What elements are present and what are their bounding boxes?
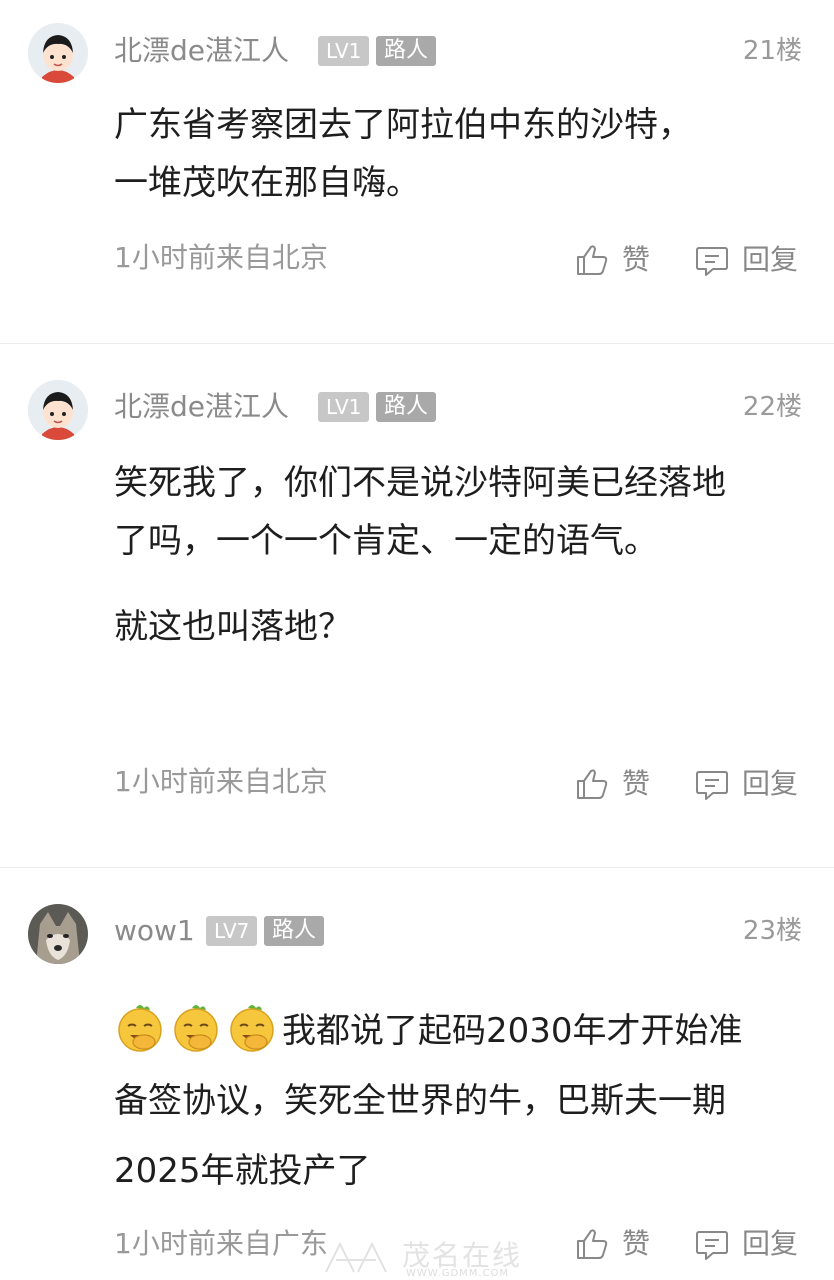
- like-label: 赞: [622, 243, 651, 276]
- reply-label: 回复: [742, 243, 799, 276]
- level-badge: LV1: [318, 36, 370, 66]
- comment-content: 笑死我了，你们不是说沙特阿美已经落地了吗，一个一个肯定、一定的语气。 就这也叫落…: [114, 454, 754, 656]
- comment-meta: 1小时前来自广东: [114, 1227, 328, 1260]
- level-badge: LV7: [206, 916, 258, 946]
- role-badge: 路人: [264, 916, 325, 946]
- cartoon-girl-avatar-icon: [28, 23, 88, 83]
- username[interactable]: wow1: [114, 914, 195, 948]
- comment-icon: [696, 1231, 728, 1260]
- role-badge: 路人: [376, 392, 437, 422]
- floor-number: 22楼: [742, 392, 802, 422]
- floor-number: 21楼: [742, 36, 802, 66]
- username[interactable]: 北漂de湛江人: [114, 34, 289, 68]
- site-watermark: 茂名在线 WWW.GDMM.COM: [322, 1238, 522, 1279]
- comment-paragraph: 就这也叫落地？: [114, 607, 352, 647]
- reply-button[interactable]: 回复: [694, 240, 798, 280]
- thumbs-up-icon: [577, 1229, 608, 1259]
- comment-paragraph: 我都说了起码2030年才开始准备签协议，笑死全世界的牛，巴斯夫一期2025年就投…: [114, 996, 774, 1206]
- username[interactable]: 北漂de湛江人: [114, 390, 289, 424]
- thumbs-up-icon: [577, 245, 608, 275]
- reply-button[interactable]: 回复: [694, 764, 798, 804]
- avatar[interactable]: [28, 380, 88, 440]
- reply-button[interactable]: 回复: [694, 1224, 798, 1264]
- role-badge: 路人: [376, 36, 437, 66]
- watermark-logo-icon: [325, 1241, 387, 1273]
- reply-label: 回复: [742, 1227, 799, 1260]
- level-badge: LV1: [318, 392, 370, 422]
- facepalm-emoji-icon: [118, 1005, 162, 1052]
- thumbs-up-icon: [577, 769, 608, 799]
- like-button[interactable]: 赞: [574, 764, 650, 804]
- like-label: 赞: [622, 1227, 651, 1260]
- emoji-row: [114, 1005, 282, 1052]
- comment-icon: [696, 771, 728, 800]
- wolf-photo-avatar-icon: [28, 904, 88, 964]
- like-label: 赞: [622, 767, 651, 800]
- comment-meta: 1小时前来自北京: [114, 241, 328, 274]
- comment-post-23: wow1 LV7 路人 23楼 我都说了起码2030年才开始准备签协议，笑死全世…: [0, 868, 834, 1280]
- floor-number: 23楼: [742, 916, 802, 946]
- comment-paragraph: 笑死我了，你们不是说沙特阿美已经落地了吗，一个一个肯定、一定的语气。: [114, 463, 726, 561]
- reply-label: 回复: [742, 767, 799, 800]
- facepalm-emoji-icon: [174, 1005, 218, 1052]
- facepalm-emoji-icon: [230, 1005, 274, 1052]
- comment-meta: 1小时前来自北京: [114, 765, 328, 798]
- comment-icon: [696, 247, 728, 276]
- watermark-url: WWW.GDMM.COM: [406, 1268, 510, 1279]
- avatar[interactable]: [28, 23, 88, 83]
- comment-content: 广东省考察团去了阿拉伯中东的沙特，一堆茂吹在那自嗨。: [114, 96, 714, 212]
- cartoon-girl-avatar-icon: [28, 380, 88, 440]
- like-button[interactable]: 赞: [574, 240, 650, 280]
- like-button[interactable]: 赞: [574, 1224, 650, 1264]
- comment-paragraph: 广东省考察团去了阿拉伯中东的沙特，一堆茂吹在那自嗨。: [114, 105, 692, 203]
- avatar[interactable]: [28, 904, 88, 964]
- comment-post-21: 北漂de湛江人 LV1 路人 21楼 广东省考察团去了阿拉伯中东的沙特，一堆茂吹…: [0, 0, 834, 344]
- comment-content: 我都说了起码2030年才开始准备签协议，笑死全世界的牛，巴斯夫一期2025年就投…: [114, 996, 774, 1206]
- comment-post-22: 北漂de湛江人 LV1 路人 22楼 笑死我了，你们不是说沙特阿美已经落地了吗，…: [0, 344, 834, 868]
